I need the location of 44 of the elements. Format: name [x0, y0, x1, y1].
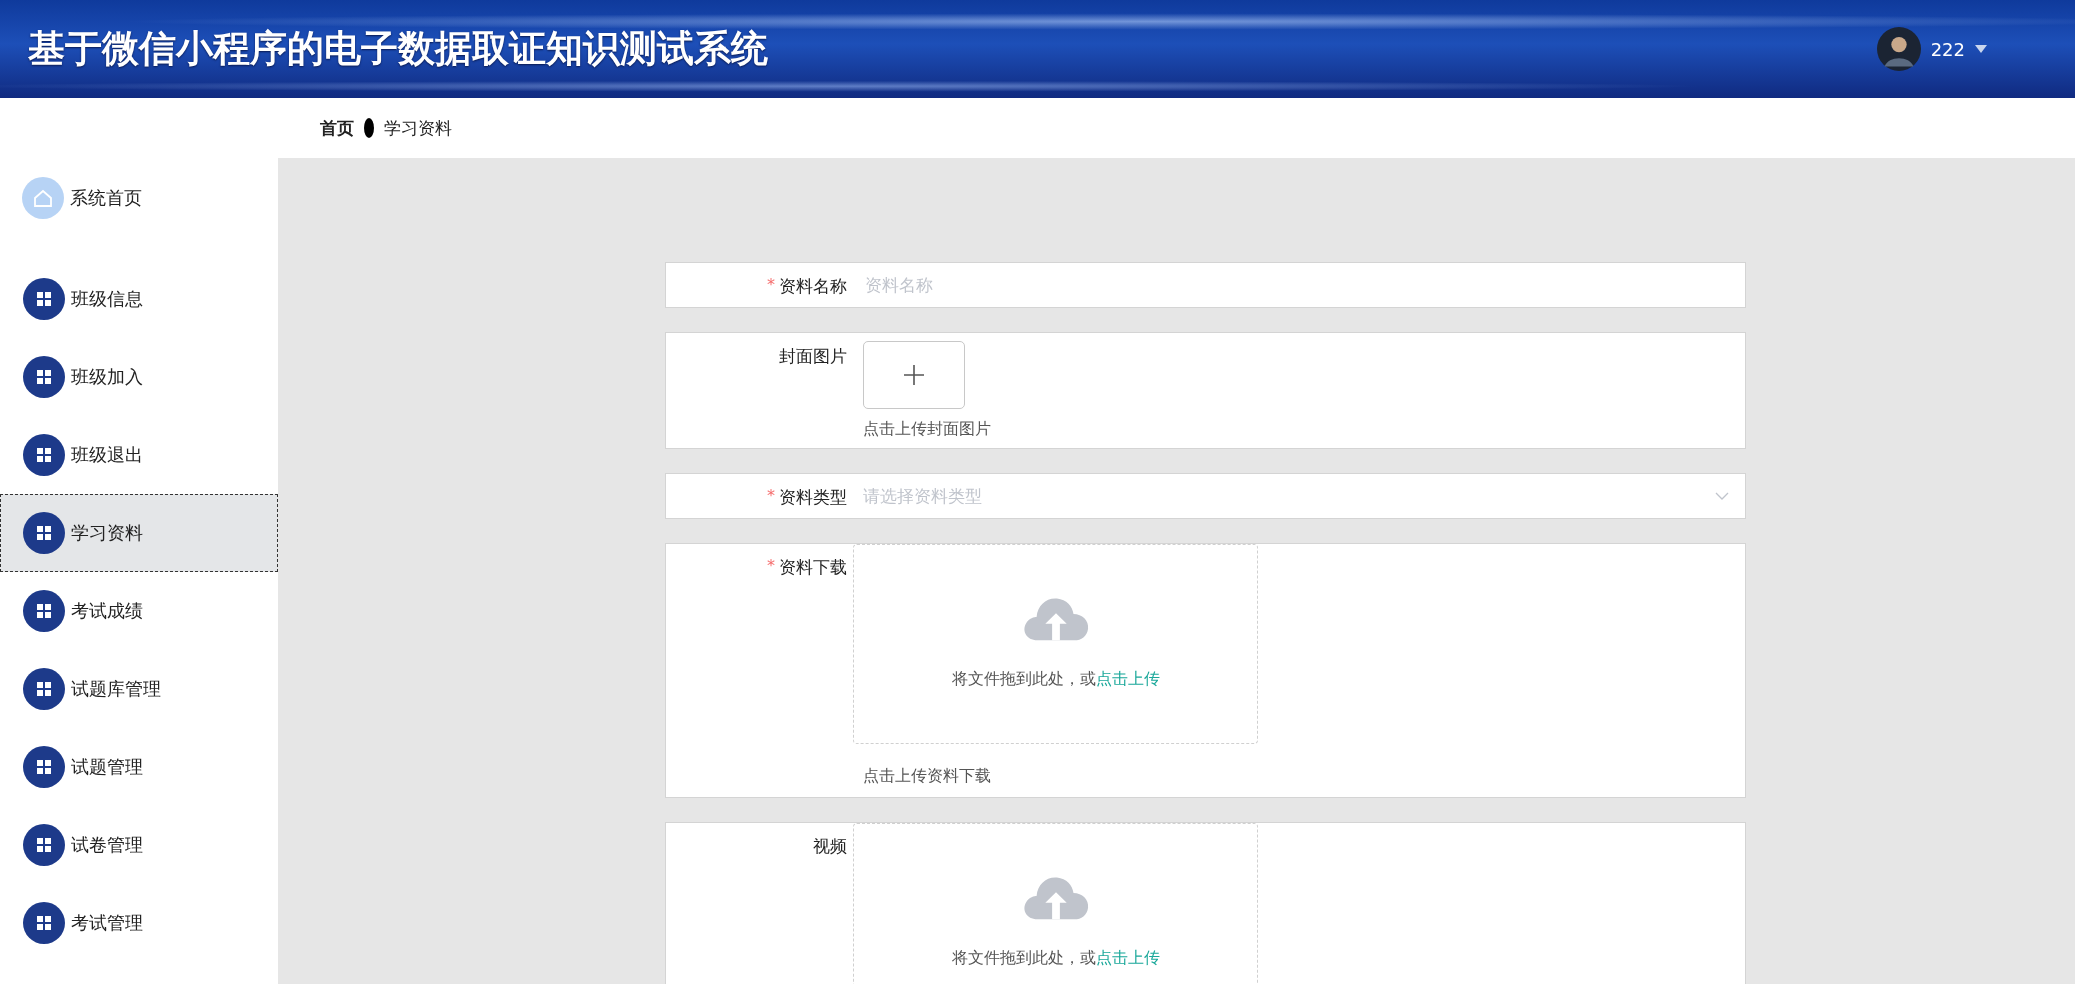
grid-icon — [23, 590, 65, 632]
name-input-row[interactable]: * 资料名称 资料名称 — [665, 262, 1746, 308]
grid-icon — [23, 278, 65, 320]
sidebar-item[interactable]: 班级退出 — [0, 416, 278, 494]
sidebar-item[interactable]: 学习资料 — [0, 494, 278, 572]
upload-hint: 将文件拖到此处，或点击上传 — [951, 948, 1160, 969]
sidebar-item[interactable]: 考试管理 — [0, 884, 278, 962]
sidebar-item[interactable]: 试卷管理 — [0, 806, 278, 884]
home-icon — [22, 177, 64, 219]
sidebar-item[interactable]: 系统首页 — [0, 174, 278, 222]
grid-icon — [23, 434, 65, 476]
caret-icon[interactable] — [1975, 45, 1987, 53]
breadcrumb-link[interactable]: 首页 — [320, 116, 354, 140]
upload-hint: 将文件拖到此处，或点击上传 — [951, 669, 1160, 690]
app-title: 基于微信小程序的电子数据取证知识测试系统 — [28, 26, 768, 72]
grid-icon — [23, 902, 65, 944]
grid-icon — [23, 356, 65, 398]
sidebar-item[interactable]: 考试成绩 — [0, 572, 278, 650]
field-label: 视频 — [813, 835, 847, 858]
separator-icon — [364, 118, 374, 138]
sidebar-item[interactable]: 班级信息 — [0, 260, 278, 338]
sidebar-item[interactable]: 试题管理 — [0, 728, 278, 806]
sidebar-item[interactable]: 试题库管理 — [0, 650, 278, 728]
required-mark: * — [767, 556, 775, 575]
upload-caption: 点击上传封面图片 — [863, 419, 992, 440]
field-label: 资料类型 — [779, 486, 847, 509]
upload-dropzone[interactable]: 将文件拖到此处，或点击上传 — [853, 544, 1258, 744]
grid-icon — [23, 824, 65, 866]
sidebar-item[interactable]: 班级加入 — [0, 338, 278, 416]
field-label: 封面图片 — [779, 345, 847, 368]
breadcrumb-current: 学习资料 — [384, 116, 452, 140]
grid-icon — [23, 746, 65, 788]
upload-caption: 点击上传资料下载 — [863, 766, 992, 787]
required-mark: * — [767, 275, 775, 294]
field-label: 资料名称 — [779, 275, 847, 298]
user-name[interactable]: 222 — [1930, 38, 1965, 60]
upload-dropzone[interactable]: 将文件拖到此处，或点击上传 — [853, 823, 1258, 984]
plus-icon — [902, 363, 926, 387]
field-label: 资料下载 — [779, 556, 847, 579]
grid-icon — [23, 512, 65, 554]
grid-icon — [23, 668, 65, 710]
required-mark: * — [767, 486, 775, 505]
avatar-icon[interactable] — [1876, 27, 1921, 71]
chevron-down-icon — [1715, 492, 1729, 500]
